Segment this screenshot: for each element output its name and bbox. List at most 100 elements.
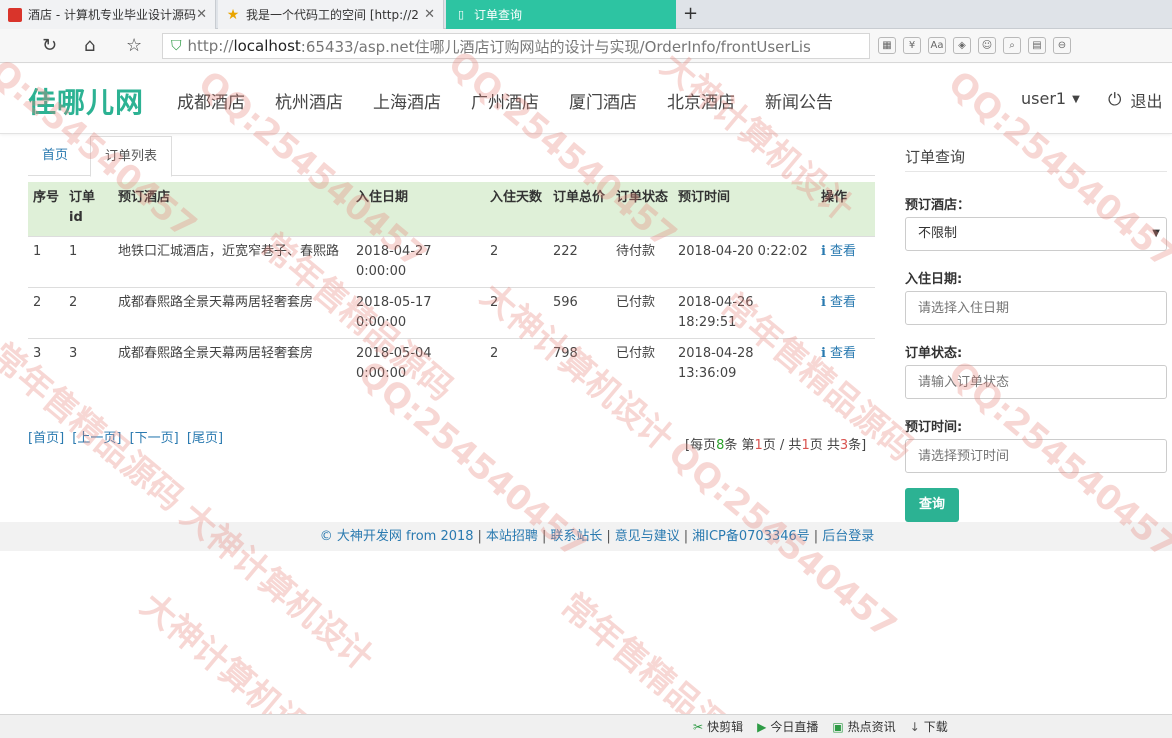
currency-icon[interactable]: ¥: [903, 37, 921, 54]
view-order-link[interactable]: i 查看: [821, 346, 856, 361]
close-icon[interactable]: ✕: [196, 7, 207, 22]
status-item-clip[interactable]: ✂ 快剪辑: [693, 718, 743, 735]
footer-link-feedback[interactable]: 意见与建议: [615, 529, 680, 544]
logout-label: 退出: [1130, 92, 1163, 111]
shield-icon: ⛉: [171, 38, 182, 54]
footer-link-contact[interactable]: 联系站长: [550, 529, 602, 544]
footer-link-jobs[interactable]: 本站招聘: [486, 529, 538, 544]
gift-icon[interactable]: ◈: [953, 37, 971, 54]
order-status-label: 订单状态:: [905, 346, 963, 361]
tab-order-list[interactable]: 订单列表: [90, 136, 173, 177]
status-item-label: 热点资讯: [847, 720, 896, 734]
close-icon[interactable]: ✕: [424, 7, 435, 22]
game-icon[interactable]: ☺: [978, 37, 996, 54]
browser-tab-active[interactable]: ▯ 订单查询: [446, 0, 676, 29]
bookmark-star-icon[interactable]: ☆: [126, 35, 142, 56]
hotel-select[interactable]: 不限制 ▼: [905, 217, 1167, 251]
star-icon: ★: [226, 6, 240, 23]
table-header-row: 序号 订单id 预订酒店 入住日期 入住天数 订单总价 订单状态 预订时间 操作: [28, 182, 875, 237]
pager-last-link[interactable]: [尾页]: [187, 431, 223, 446]
cell-action: i 查看: [816, 236, 875, 288]
table-row: 3 3 成都春熙路全景天幕两居轻奢套房 2018-05-04 0:00:00 2…: [28, 338, 875, 390]
view-order-link[interactable]: i 查看: [821, 295, 856, 310]
nav-item-shanghai[interactable]: 上海酒店: [373, 88, 441, 113]
browser-tab-2[interactable]: ★ 我是一个代码工的空间 [http://2 ✕: [218, 0, 444, 29]
cell-order-time: 2018-04-28 13:36:09: [673, 338, 816, 390]
view-label: 查看: [829, 244, 856, 259]
checkin-date-input[interactable]: [905, 291, 1167, 325]
view-label: 查看: [829, 346, 856, 361]
translate-icon[interactable]: Aa: [928, 37, 946, 54]
status-bar-items: ✂ 快剪辑 ▶ 今日直播 ▣ 热点资讯 ↓ 下载: [693, 718, 948, 735]
cell-checkin: 2018-04-27 0:00:00: [351, 236, 485, 288]
total-records: 3: [839, 438, 849, 453]
page-icon: ▯: [457, 8, 465, 21]
view-label: 查看: [829, 295, 856, 310]
reload-icon[interactable]: ↻: [42, 35, 57, 56]
status-item-download[interactable]: ↓ 下载: [910, 718, 948, 735]
cell-order-time: 2018-04-20 0:22:02: [673, 236, 816, 288]
status-item-news[interactable]: ▣ 热点资讯: [832, 718, 895, 735]
browser-tab-title: 我是一个代码工的空间 [http://2: [246, 8, 419, 22]
divider: [905, 171, 1167, 172]
cell-action: i 查看: [816, 338, 875, 390]
cell-days: 2: [485, 287, 548, 339]
download-icon: ↓: [909, 720, 920, 734]
cell-price: 596: [548, 287, 611, 339]
user-menu[interactable]: user1 ▼: [1021, 89, 1080, 108]
pager: [首页] [上一页] [下一页] [尾页]: [28, 427, 227, 446]
caret-down-icon: ▼: [1072, 94, 1080, 105]
order-status-input[interactable]: [905, 365, 1167, 399]
site-footer: © 大神开发网 from 2018 | 本站招聘 | 联系站长 | 意见与建议 | 湘ICP备0…: [0, 522, 1172, 551]
cell-checkin: 2018-05-17 0:00:00: [351, 287, 485, 339]
query-button[interactable]: 查询: [905, 488, 959, 522]
cell-order-time: 2018-04-26 18:29:51: [673, 287, 816, 339]
nav-item-xiamen[interactable]: 厦门酒店: [569, 88, 637, 113]
hotel-filter-label: 预订酒店：: [905, 198, 971, 213]
page-info-text: [每页: [685, 438, 717, 453]
logout-button[interactable]: ⏻ 退出: [1108, 88, 1162, 112]
footer-link-admin-login[interactable]: 后台登录: [822, 529, 874, 544]
news-icon: ▣: [832, 720, 844, 734]
cell-hotel: 成都春熙路全景天幕两居轻奢套房: [113, 338, 351, 390]
tab-home[interactable]: 首页: [28, 136, 82, 176]
book-icon[interactable]: ▤: [1028, 37, 1046, 54]
url-input[interactable]: ⛉ http://localhost:65433/asp.net住哪儿酒店订购网…: [162, 33, 870, 59]
site-header: 佳哪儿网 成都酒店 杭州酒店 上海酒店 广州酒店 厦门酒店 北京酒店 新闻公告 …: [0, 64, 1172, 134]
nav-item-chengdu[interactable]: 成都酒店: [177, 88, 245, 113]
cell-id: 3: [64, 338, 113, 390]
cell-hotel: 成都春熙路全景天幕两居轻奢套房: [113, 287, 351, 339]
view-order-link[interactable]: i 查看: [821, 244, 856, 259]
status-item-label: 今日直播: [770, 720, 819, 734]
home-icon[interactable]: ⌂: [84, 35, 95, 56]
pager-next-link[interactable]: [下一页]: [130, 431, 179, 446]
nav-item-guangzhou[interactable]: 广州酒店: [471, 88, 539, 113]
search-icon[interactable]: ⌕: [1003, 37, 1021, 54]
new-tab-button[interactable]: +: [683, 3, 698, 24]
column-header: 订单状态: [611, 182, 673, 237]
status-item-live[interactable]: ▶ 今日直播: [757, 718, 818, 735]
minus-circle-icon[interactable]: ⊖: [1053, 37, 1071, 54]
pager-prev-link[interactable]: [上一页]: [72, 431, 121, 446]
toolbar-icons: ▦ ¥ Aa ◈ ☺ ⌕ ▤ ⊖: [878, 37, 1071, 54]
orders-table: 序号 订单id 预订酒店 入住日期 入住天数 订单总价 订单状态 预订时间 操作…: [28, 182, 875, 390]
nav-item-beijing[interactable]: 北京酒店: [667, 88, 735, 113]
status-item-label: 下载: [923, 720, 948, 734]
column-header: 订单id: [64, 182, 113, 237]
column-header: 预订时间: [673, 182, 816, 237]
site-logo[interactable]: 佳哪儿网: [28, 81, 144, 121]
footer-link-icp[interactable]: 湘ICP备0703346号: [692, 529, 810, 544]
apps-icon[interactable]: ▦: [878, 37, 896, 54]
order-time-input[interactable]: [905, 439, 1167, 473]
cell-id: 1: [64, 236, 113, 288]
pager-first-link[interactable]: [首页]: [28, 431, 64, 446]
column-header: 订单总价: [548, 182, 611, 237]
browser-tab-1[interactable]: 酒店 - 计算机专业毕业设计源码 ✕: [0, 0, 216, 29]
address-bar-row: ↻ ⌂ ☆ ⛉ http://localhost:65433/asp.net住哪…: [0, 29, 1172, 63]
nav-item-news[interactable]: 新闻公告: [765, 88, 833, 113]
power-icon: ⏻: [1108, 90, 1122, 110]
browser-tab-title: 订单查询: [474, 8, 523, 22]
nav-item-hangzhou[interactable]: 杭州酒店: [275, 88, 343, 113]
browser-status-bar: ✂ 快剪辑 ▶ 今日直播 ▣ 热点资讯 ↓ 下载: [0, 714, 1172, 738]
cell-seq: 1: [28, 236, 64, 288]
